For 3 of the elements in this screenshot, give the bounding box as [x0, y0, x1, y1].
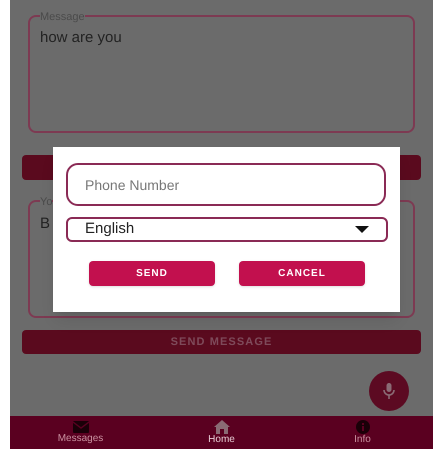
field-value: how are you: [40, 28, 123, 48]
field-value: B: [40, 214, 50, 234]
dropdown-value: English: [85, 219, 134, 240]
